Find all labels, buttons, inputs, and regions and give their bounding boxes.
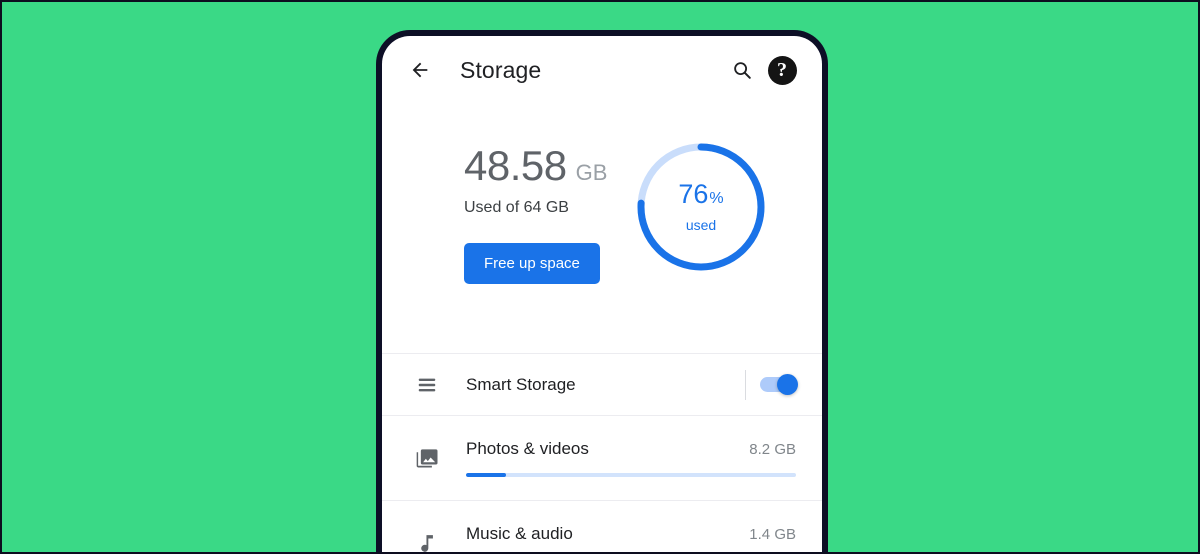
gauge-caption: used [685, 217, 717, 233]
used-unit: GB [575, 160, 608, 185]
page-title: Storage [460, 56, 542, 83]
storage-gauge: 76 % used [634, 140, 768, 274]
used-of-label: Used of 64 GB [464, 199, 569, 216]
smart-storage-toggle[interactable] [760, 374, 798, 395]
help-button[interactable]: ? [762, 50, 802, 90]
music-note-icon [406, 531, 448, 553]
back-button[interactable] [400, 50, 440, 90]
toggle-thumb [777, 374, 798, 395]
used-amount: 48.58 GB [464, 142, 634, 190]
row-music-audio[interactable]: Music & audio 1.4 GB [382, 501, 822, 553]
smart-storage-label-wrap: Smart Storage [448, 375, 739, 395]
progress-fill [466, 472, 506, 477]
music-audio-title-line: Music & audio 1.4 GB [466, 524, 796, 544]
gauge-label-group: 76 % used [634, 140, 768, 274]
search-button[interactable] [722, 50, 762, 90]
screenshot-canvas: Storage ? 48.58 GB Used of 64 GB Free up… [0, 0, 1200, 554]
photos-videos-label: Photos & videos [466, 438, 589, 458]
photos-videos-size: 8.2 GB [749, 440, 796, 458]
music-audio-size: 1.4 GB [749, 525, 796, 543]
app-bar: Storage ? [382, 36, 822, 104]
gauge-percent-value: 76 [678, 179, 709, 209]
help-icon: ? [767, 55, 797, 85]
free-up-space-button[interactable]: Free up space [464, 243, 600, 284]
search-icon [734, 62, 751, 79]
gauge-percent-sign: % [709, 190, 724, 207]
row-smart-storage[interactable]: Smart Storage [382, 354, 822, 416]
gauge-percent: 76 % [678, 181, 723, 208]
photos-videos-progress [466, 472, 796, 477]
music-audio-body: Music & audio 1.4 GB [448, 524, 800, 553]
photos-videos-body: Photos & videos 8.2 GB [448, 439, 800, 478]
photos-icon [406, 446, 448, 471]
row-photos-videos[interactable]: Photos & videos 8.2 GB [382, 416, 822, 501]
phone-frame: Storage ? 48.58 GB Used of 64 GB Free up… [376, 30, 828, 553]
used-value: 48.58 [464, 142, 567, 189]
phone-screen: Storage ? 48.58 GB Used of 64 GB Free up… [382, 36, 822, 553]
row-divider [745, 369, 746, 400]
music-audio-label: Music & audio [466, 523, 573, 543]
summary-text-block: 48.58 GB Used of 64 GB Free up space [412, 136, 634, 284]
storage-summary: 48.58 GB Used of 64 GB Free up space 76 [382, 104, 822, 354]
photos-videos-title-line: Photos & videos 8.2 GB [466, 439, 796, 459]
arrow-back-icon [412, 62, 428, 78]
smart-storage-label: Smart Storage [466, 374, 576, 394]
list-lines-icon [406, 374, 448, 396]
